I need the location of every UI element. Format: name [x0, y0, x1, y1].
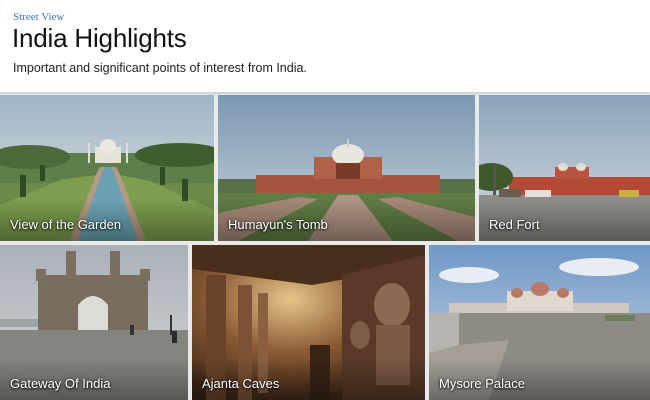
tile-label: Mysore Palace: [439, 376, 525, 391]
tile-mysore-palace[interactable]: Mysore Palace: [429, 245, 650, 400]
breadcrumb-street-view[interactable]: Street View: [13, 11, 64, 23]
tile-humayuns-tomb[interactable]: Humayun's Tomb: [218, 95, 475, 241]
tile-label: Gateway Of India: [10, 376, 111, 391]
page-title: India Highlights: [12, 23, 187, 53]
page-subtitle: Important and significant points of inte…: [13, 61, 307, 75]
tile-label: Ajanta Caves: [202, 376, 280, 391]
tile-gateway-of-india[interactable]: Gateway Of India: [0, 245, 188, 400]
tile-label: Humayun's Tomb: [228, 217, 328, 232]
tile-view-of-the-garden[interactable]: View of the Garden: [0, 95, 214, 241]
tile-label: View of the Garden: [10, 217, 122, 232]
tile-red-fort[interactable]: Red Fort: [479, 95, 650, 241]
tile-ajanta-caves[interactable]: Ajanta Caves: [192, 245, 425, 400]
page-header: Street View India Highlights Important a…: [0, 0, 650, 92]
tile-label: Red Fort: [489, 217, 540, 232]
